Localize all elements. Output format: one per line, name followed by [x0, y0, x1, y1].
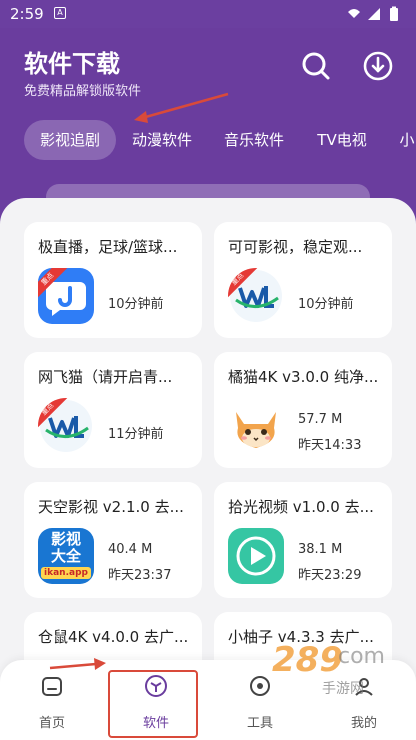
page-subtitle: 免费精品解锁版软件: [24, 84, 142, 99]
app-card[interactable]: 可可影视，稳定观... 重点 10分钟前: [214, 222, 392, 338]
ikan-icon: 影视 大全 ikan.app: [38, 528, 94, 584]
search-icon[interactable]: [300, 50, 332, 82]
tab-yingshi[interactable]: 影视追剧: [24, 120, 116, 160]
app-title: 可可影视，稳定观...: [228, 238, 363, 256]
app-update-time: 昨天23:29: [298, 568, 362, 583]
status-bar: 2:59 A: [0, 0, 416, 28]
cat-icon: [228, 398, 284, 454]
app-title: 仓鼠4K v4.0.0 去广...: [38, 628, 189, 646]
notification-icon: A: [54, 7, 66, 19]
app-card[interactable]: 橘猫4K v3.0.0 纯净... 57.7 M 昨天14:33: [214, 352, 392, 468]
page-title: 软件下载: [24, 50, 120, 78]
tab-dongman[interactable]: 动漫软件: [122, 120, 202, 160]
annotation-arrow-nav: [49, 658, 106, 670]
ikan-icon-line3: ikan.app: [41, 567, 91, 579]
play-icon: [228, 528, 284, 584]
watermark-logo: 289 com 手游网: [246, 636, 406, 700]
tab-more[interactable]: 小: [392, 120, 416, 160]
app-size: 40.4 M: [108, 542, 153, 557]
category-tabs: 影视追剧 动漫软件 音乐软件 TV电视 小: [0, 120, 416, 160]
wl-icon: 重点: [228, 268, 284, 324]
app-update-time: 11分钟前: [108, 427, 164, 442]
annotation-highlight-box: [108, 670, 198, 738]
app-update-time: 10分钟前: [298, 297, 354, 312]
app-size: 57.7 M: [298, 412, 343, 427]
app-title: 拾光视频 v1.0.0 去...: [228, 498, 374, 516]
tab-yinyue[interactable]: 音乐软件: [214, 120, 294, 160]
home-icon: [42, 677, 62, 696]
app-update-time: 昨天14:33: [298, 438, 362, 453]
app-size: 38.1 M: [298, 542, 343, 557]
wl-icon: 重点: [38, 398, 94, 454]
app-title: 橘猫4K v3.0.0 纯净...: [228, 368, 379, 386]
watermark-number: 289: [272, 640, 343, 680]
app-card[interactable]: 天空影视 v2.1.0 去... 影视 大全 ikan.app 40.4 M 昨…: [24, 482, 202, 598]
status-time: 2:59: [10, 5, 44, 23]
app-update-time: 昨天23:37: [108, 568, 172, 583]
ikan-icon-line1: 影视: [50, 530, 81, 548]
watermark-suffix: 手游网: [322, 681, 364, 697]
app-card[interactable]: 拾光视频 v1.0.0 去... 38.1 M 昨天23:29: [214, 482, 392, 598]
app-card[interactable]: 网飞猫（请开启青... 重点 11分钟前: [24, 352, 202, 468]
system-status-icons: [348, 6, 398, 21]
nav-home-label: 首页: [38, 716, 65, 731]
app-card[interactable]: 极直播，足球/篮球... 重点 10分钟前: [24, 222, 202, 338]
jizhibo-icon: 重点: [38, 268, 94, 324]
app-title: 极直播，足球/篮球...: [38, 238, 178, 256]
app-title: 网飞猫（请开启青...: [38, 368, 173, 386]
ikan-icon-line2: 大全: [50, 547, 81, 565]
watermark-domain: com: [338, 644, 385, 669]
nav-tools-label: 工具: [246, 716, 273, 731]
app-title: 天空影视 v2.1.0 去...: [38, 498, 184, 516]
tab-tv[interactable]: TV电视: [306, 120, 378, 160]
annotation-arrow-tab: [134, 92, 229, 123]
app-update-time: 10分钟前: [108, 297, 164, 312]
download-icon[interactable]: [362, 50, 394, 82]
nav-profile-label: 我的: [350, 716, 377, 731]
